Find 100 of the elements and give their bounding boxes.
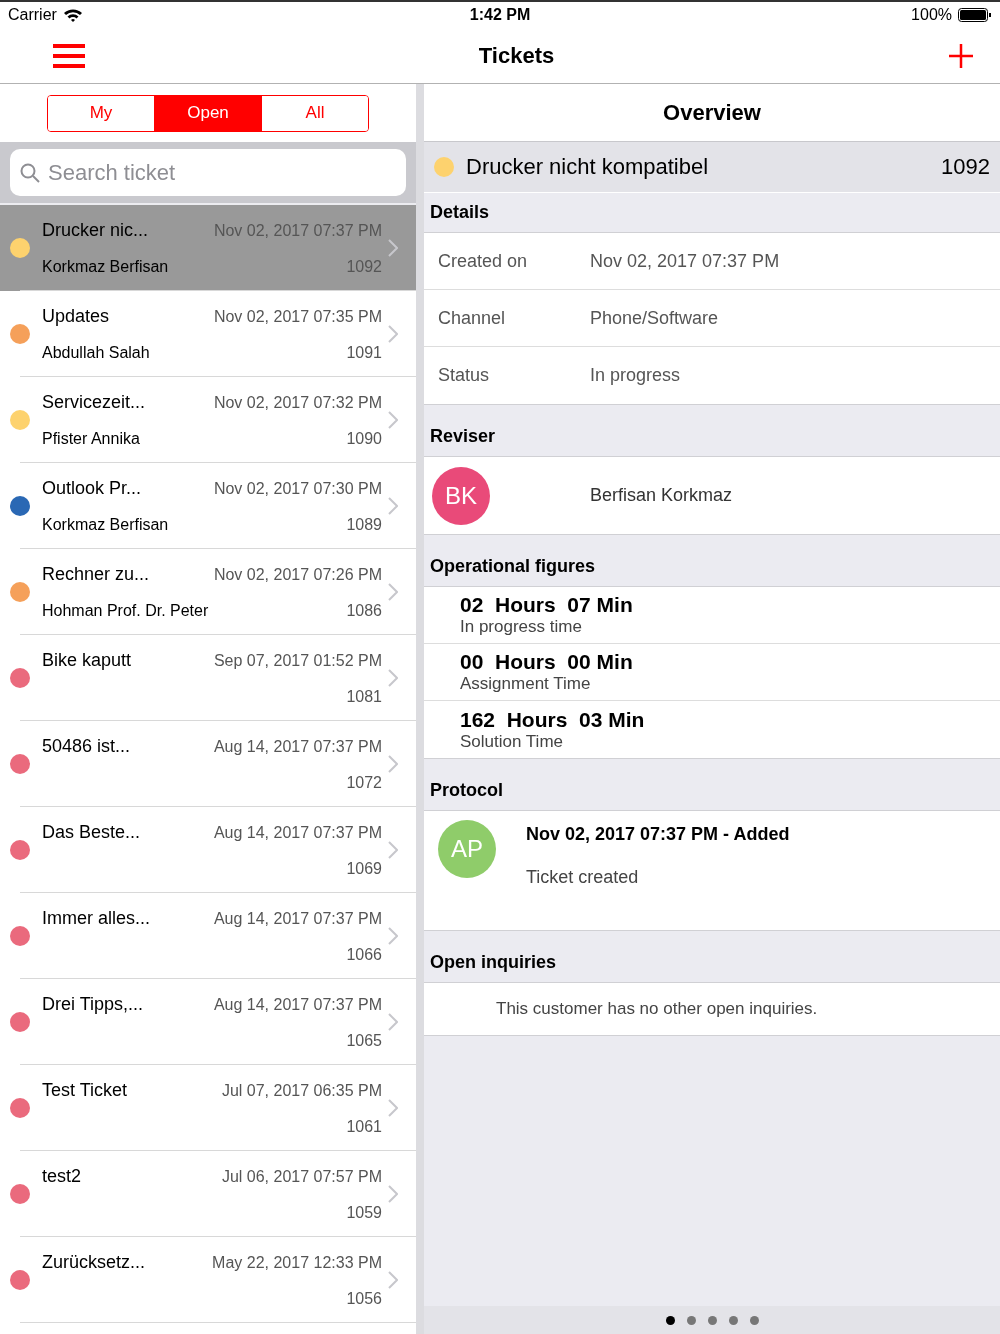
protocol-text: Ticket created: [526, 867, 640, 888]
ticket-title: Das Beste...: [42, 822, 141, 843]
filter-tab[interactable]: All: [261, 95, 368, 131]
ticket-date: May 22, 2017 12:33 PM: [212, 1254, 382, 1272]
page-dot[interactable]: [728, 1315, 738, 1325]
ticket-row[interactable]: Outlook Pr... Nov 02, 2017 07:30 PM Korkmaz Berfisan 1089: [0, 463, 416, 549]
detail-value: Phone/Software: [590, 307, 719, 329]
ticket-date: Aug 14, 2017 07:37 PM: [213, 910, 382, 928]
ticket-number: 1089: [346, 516, 382, 534]
section-header: Protocol: [430, 780, 503, 801]
figure-value: 02 Hours 07 Min: [460, 593, 634, 617]
search-icon: [20, 163, 40, 183]
customer-name: Korkmaz Berfisan: [42, 258, 169, 276]
menu-icon[interactable]: [53, 43, 85, 68]
ticket-number: 1066: [346, 946, 382, 964]
ticket-date: Aug 14, 2017 07:37 PM: [213, 738, 382, 756]
ticket-title: test2: [42, 1166, 82, 1187]
ticket-row[interactable]: Immer alles... Aug 14, 2017 07:37 PM 1066: [0, 893, 416, 979]
ticket-number: 1072: [346, 774, 382, 792]
customer-name: Hohman Prof. Dr. Peter: [42, 602, 209, 620]
chevron-icon: [388, 1013, 398, 1031]
ticket-row[interactable]: Das Beste... Aug 14, 2017 07:37 PM 1069: [0, 807, 416, 893]
ticket-title: Drucker nicht kompatibel: [466, 154, 710, 180]
detail-label: Status: [438, 365, 491, 386]
figure-value: 162 Hours 03 Min: [460, 707, 646, 732]
filter-tab[interactable]: Open: [154, 95, 261, 131]
ticket-title: Outlook Pr...: [42, 478, 142, 499]
ticket-title: Test Ticket: [42, 1080, 128, 1101]
ticket-row[interactable]: Servicezeit... Nov 02, 2017 07:32 PM Pfister Annika 1090: [0, 377, 416, 463]
wifi-icon: [62, 8, 83, 22]
figure-value: 00 Hours 00 Min: [460, 650, 634, 674]
page-dot[interactable]: [665, 1315, 675, 1325]
overview-title: Overview: [424, 84, 1000, 142]
figure-label: In progress time: [460, 617, 583, 637]
chevron-icon: [388, 755, 398, 773]
ticket-title: Immer alles...: [42, 908, 151, 929]
customer-name: Abdullah Salah: [42, 344, 150, 362]
ticket-date: Nov 02, 2017 07:35 PM: [213, 308, 382, 326]
ticket-row[interactable]: test2 Jul 06, 2017 07:57 PM 1059: [0, 1151, 416, 1237]
avatar: BK: [432, 466, 490, 525]
ticket-date: Jul 06, 2017 07:57 PM: [221, 1168, 382, 1186]
ticket-number: 1069: [346, 860, 382, 878]
ticket-number: 1091: [346, 344, 382, 362]
status-time: 1:42 PM: [468, 6, 532, 24]
chevron-icon: [388, 1185, 398, 1203]
chevron-icon: [388, 1099, 398, 1117]
ticket-number: 1061: [346, 1118, 382, 1136]
customer-name: Korkmaz Berfisan: [42, 516, 169, 534]
ticket-number: 1056: [346, 1290, 382, 1308]
add-icon[interactable]: [948, 42, 974, 69]
search-field[interactable]: Search ticket: [10, 149, 406, 196]
ticket-row[interactable]: Drei Tipps,... Aug 14, 2017 07:37 PM 1065: [0, 979, 416, 1065]
nav-title: Tickets: [478, 42, 555, 69]
ticket-date: Jul 07, 2017 06:35 PM: [221, 1082, 382, 1100]
ticket-number: 1065: [346, 1032, 382, 1050]
ticket-row[interactable]: Drucker nic... Nov 02, 2017 07:37 PM Korkmaz Berfisan 1092: [0, 205, 416, 291]
detail-label: Created on: [438, 250, 529, 272]
ticket-title: Rechner zu...: [42, 564, 150, 585]
page-dot[interactable]: [686, 1315, 696, 1325]
ticket-number: 1086: [346, 602, 382, 620]
ticket-row[interactable]: Zurücksetz... May 22, 2017 12:33 PM 1056: [0, 1237, 416, 1323]
ticket-number: 1092: [346, 258, 382, 276]
ticket-date: Nov 02, 2017 07:26 PM: [213, 566, 382, 584]
ticket-row[interactable]: Bike kaputt Sep 07, 2017 01:52 PM 1081: [0, 635, 416, 721]
ticket-title: Servicezeit...: [42, 392, 146, 413]
chevron-icon: [388, 841, 398, 859]
detail-value: In progress: [590, 365, 681, 386]
ticket-date: Sep 07, 2017 01:52 PM: [213, 652, 382, 670]
ticket-date: Nov 02, 2017 07:30 PM: [213, 480, 382, 498]
ticket-row[interactable]: 50486 ist... Aug 14, 2017 07:37 PM 1072: [0, 721, 416, 807]
protocol-title: Nov 02, 2017 07:37 PM - Added: [526, 824, 790, 845]
page-dot[interactable]: [707, 1315, 717, 1325]
ticket-title: Drei Tipps,...: [42, 994, 144, 1015]
ticket-date: Aug 14, 2017 07:37 PM: [213, 824, 382, 842]
chevron-icon: [388, 325, 398, 343]
ticket-date: Aug 14, 2017 07:37 PM: [213, 996, 382, 1014]
carrier-label: Carrier: [8, 6, 57, 24]
detail-value: Nov 02, 2017 07:37 PM: [590, 250, 780, 272]
chevron-icon: [388, 583, 398, 601]
ticket-row[interactable]: Test Ticket Jul 07, 2017 06:35 PM 1061: [0, 1065, 416, 1151]
chevron-icon: [388, 239, 398, 257]
chevron-icon: [388, 411, 398, 429]
page-dot[interactable]: [749, 1315, 759, 1325]
figure-label: Solution Time: [460, 731, 564, 752]
ticket-number: 1081: [346, 688, 382, 706]
section-header: Operational figures: [430, 556, 596, 577]
ticket-title: Updates: [42, 306, 110, 327]
ticket-title: Bike kaputt: [42, 650, 132, 671]
section-header: Open inquiries: [430, 952, 557, 973]
chevron-icon: [388, 669, 398, 687]
ticket-number: 1090: [346, 430, 382, 448]
section-header: Details: [430, 202, 490, 223]
detail-label: Channel: [438, 307, 507, 329]
ticket-row[interactable]: Rechner zu... Nov 02, 2017 07:26 PM Hohman Prof. Dr. Peter 1086: [0, 549, 416, 635]
battery-icon: [958, 7, 992, 23]
ticket-row[interactable]: Updates Nov 02, 2017 07:35 PM Abdullah Salah 1091: [0, 291, 416, 377]
figure-label: Assignment Time: [460, 674, 592, 694]
ticket-number: 1092: [941, 154, 990, 180]
ticket-date: Nov 02, 2017 07:32 PM: [213, 394, 382, 412]
empty-message: This customer has no other open inquiries.: [496, 999, 818, 1019]
